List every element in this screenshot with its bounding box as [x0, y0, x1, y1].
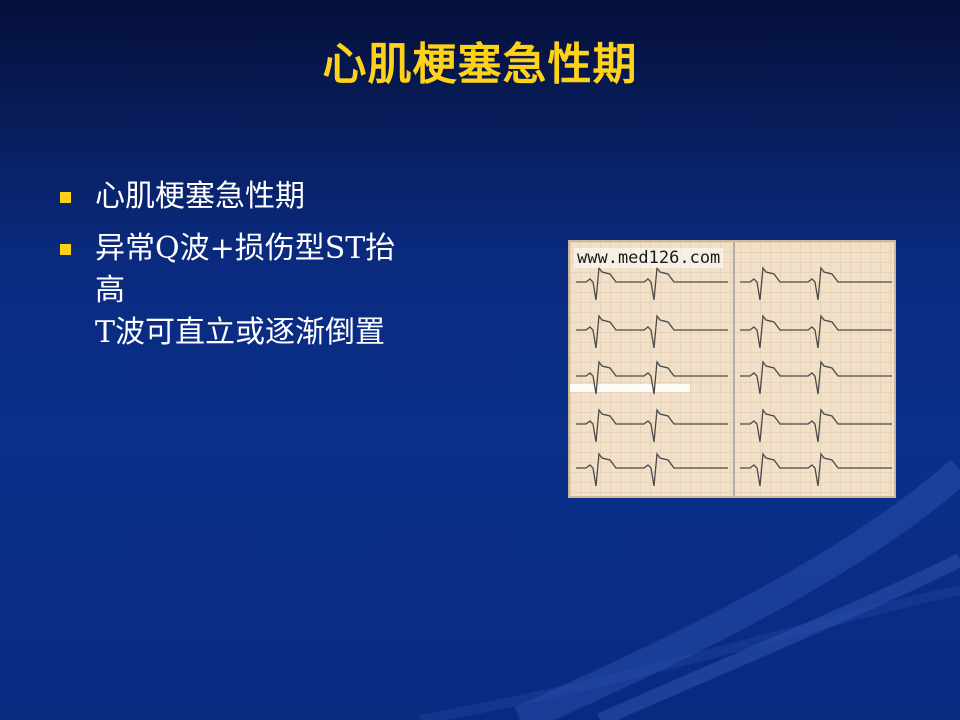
bullet-list: 心肌梗塞急性期 异常Q波+损伤型ST抬 高 T波可直立或逐渐倒置	[60, 176, 480, 364]
ecg-image: www.med126.com	[568, 240, 896, 498]
slide-title: 心肌梗塞急性期	[322, 39, 638, 90]
bullet-text: 异常Q波+损伤型ST抬	[95, 231, 396, 266]
bullet-item: 异常Q波+损伤型ST抬 高 T波可直立或逐渐倒置	[60, 228, 480, 354]
ecg-watermark: www.med126.com	[574, 248, 724, 268]
bullet-item: 心肌梗塞急性期	[60, 176, 480, 218]
bullet-square-icon	[60, 192, 71, 203]
bullet-text: 心肌梗塞急性期	[95, 179, 305, 214]
bullet-square-icon	[60, 244, 71, 255]
ecg-tracing-icon	[570, 242, 894, 496]
bullet-text: T波可直立或逐渐倒置	[95, 315, 386, 350]
bullet-text: 高	[95, 273, 125, 308]
